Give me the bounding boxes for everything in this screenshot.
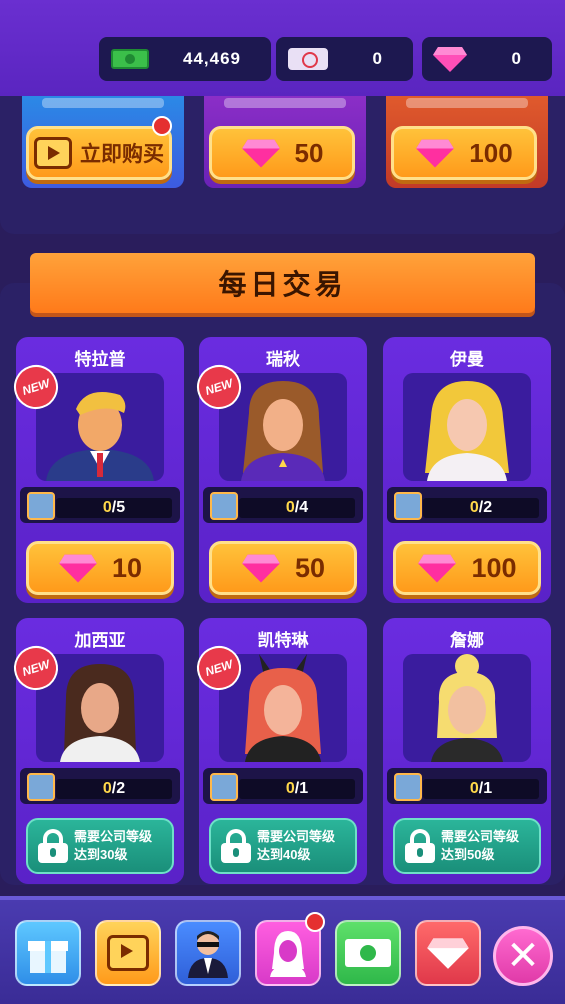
gem-counter: 0 [422, 37, 552, 81]
gem-icon [59, 554, 97, 583]
collection-progress: 0/5 [20, 487, 180, 523]
gift-button[interactable] [15, 920, 81, 986]
notification-dot [305, 912, 325, 932]
locked-requirement-button[interactable]: 需要公司等级 达到40级 [209, 818, 357, 874]
close-button[interactable]: ✕ [493, 926, 553, 986]
gem-icon [242, 554, 280, 583]
gem-icon [418, 554, 457, 583]
price-label: 50 [294, 137, 324, 168]
gift-icon [28, 941, 68, 973]
lock-text: 需要公司等级 达到40级 [257, 829, 336, 862]
character-name: 詹娜 [450, 631, 484, 650]
collection-progress: 0/2 [20, 768, 180, 804]
character-portrait [403, 373, 531, 481]
progress-text: 0/2 [102, 780, 126, 797]
manager-icon [188, 931, 228, 978]
lock-text: 需要公司等级 达到30级 [74, 829, 153, 862]
character-thumbnail [27, 773, 55, 801]
buy-now-label: 立即购买 [80, 143, 164, 166]
shop-card-decoration [224, 98, 346, 108]
character-card-iman[interactable]: 伊曼 0/2 100 [383, 337, 551, 603]
character-card-caitlin[interactable]: 凯特琳 NEW 0/1 需要公司等级 达到40级 [191, 618, 367, 884]
banner-title: 每日交易 [218, 269, 347, 300]
cash-value: 44,469 [183, 49, 241, 68]
cash-icon [111, 49, 149, 69]
progress-text: 0/5 [102, 499, 126, 516]
gem-shop-button[interactable] [415, 920, 481, 986]
gem-icon [433, 47, 467, 72]
character-thumbnail [394, 492, 422, 520]
manager-button[interactable] [175, 920, 241, 986]
lock-icon [405, 829, 435, 863]
progress-text: 0/1 [469, 780, 493, 797]
gem-icon [427, 938, 469, 969]
buy-character-button[interactable]: 50 [209, 541, 357, 595]
cash-counter: 44,469 [99, 37, 271, 81]
bottom-navigation: ✕ [0, 896, 565, 1004]
close-icon: ✕ [506, 934, 540, 978]
cash-icon [345, 939, 391, 967]
buy-gems-100-button[interactable]: 100 [391, 126, 537, 180]
ticket-value: 0 [372, 49, 383, 68]
collection-progress: 0/1 [203, 768, 363, 804]
character-card-trump[interactable]: 特拉普 NEW 0/5 10 [8, 337, 184, 603]
shop-card-decoration [42, 98, 164, 108]
shop-card-decoration [406, 98, 528, 108]
lock-icon [221, 829, 251, 863]
tv-icon [107, 935, 149, 971]
locked-requirement-button[interactable]: 需要公司等级 达到30级 [26, 818, 174, 874]
lock-icon [38, 829, 68, 863]
price-label: 50 [294, 552, 326, 583]
collection-progress: 0/1 [387, 768, 547, 804]
character-thumbnail [394, 773, 422, 801]
character-icon [270, 931, 306, 977]
buy-now-button[interactable]: 立即购买 [26, 126, 172, 180]
character-portrait [403, 654, 531, 762]
daily-deals-banner: 每日交易 [30, 253, 535, 313]
character-thumbnail [210, 492, 238, 520]
price-label: 10 [111, 552, 143, 583]
collection-progress: 0/4 [203, 487, 363, 523]
progress-text: 0/4 [285, 499, 309, 516]
notification-dot [152, 116, 172, 136]
buy-character-button[interactable]: 10 [26, 541, 174, 595]
collection-progress: 0/2 [387, 487, 547, 523]
price-label: 100 [471, 552, 517, 583]
currency-bar: 44,469 0 0 [0, 0, 565, 96]
gem-icon [416, 139, 455, 168]
gem-value: 0 [511, 49, 522, 68]
video-button[interactable] [95, 920, 161, 986]
character-card-jenna[interactable]: 詹娜 0/1 需要公司等级 达到50级 [383, 618, 551, 884]
ticket-counter: 0 [276, 37, 413, 81]
price-label: 100 [469, 137, 513, 168]
gem-icon [241, 139, 280, 168]
character-card-rachel[interactable]: 瑞秋 NEW 0/4 50 [191, 337, 367, 603]
character-name: 伊曼 [450, 350, 484, 369]
buy-character-button[interactable]: 100 [393, 541, 541, 595]
tv-icon [34, 137, 72, 169]
character-card-garcia[interactable]: 加西亚 NEW 0/2 需要公司等级 达到30级 [8, 618, 184, 884]
lock-text: 需要公司等级 达到50级 [441, 829, 520, 862]
character-thumbnail [27, 492, 55, 520]
cash-button[interactable] [335, 920, 401, 986]
locked-requirement-button[interactable]: 需要公司等级 达到50级 [393, 818, 541, 874]
ticket-icon [288, 48, 328, 70]
buy-gems-50-button[interactable]: 50 [209, 126, 355, 180]
character-thumbnail [210, 773, 238, 801]
progress-text: 0/1 [285, 780, 309, 797]
progress-text: 0/2 [469, 499, 493, 516]
